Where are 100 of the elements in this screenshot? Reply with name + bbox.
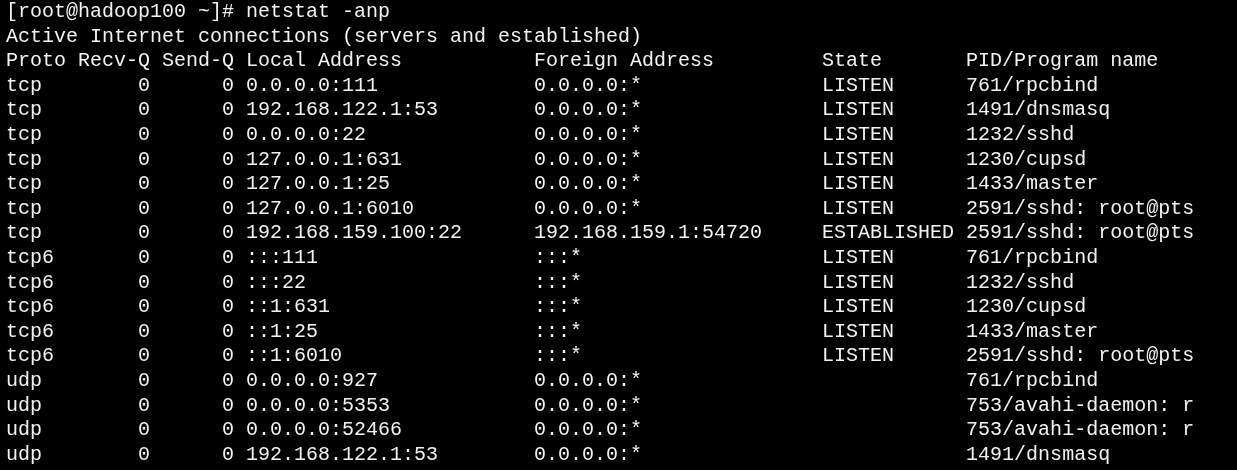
table-cell: :::* (534, 344, 583, 369)
table-cell: tcp6 (6, 295, 54, 320)
table-cell: 0 (138, 245, 150, 271)
table-cell: 0.0.0.0:* (534, 418, 643, 443)
table-cell: udp (6, 393, 42, 419)
table-cell: 0 (222, 368, 234, 394)
table-cell: 0.0.0.0:52466 (246, 418, 403, 443)
table-cell: 127.0.0.1:25 (246, 172, 391, 197)
column-header: PID/Program name (966, 49, 1159, 74)
table-cell: 1433/master (966, 319, 1099, 345)
table-cell: udp (6, 368, 42, 394)
table-cell: :::22 (246, 270, 306, 296)
table-cell: :::* (534, 295, 583, 320)
table-cell: 0 (222, 98, 234, 123)
table-cell: 0 (222, 221, 234, 246)
table-cell: 0 (138, 270, 150, 296)
table-cell: 0 (138, 295, 150, 320)
table-cell: 1232/sshd (966, 122, 1075, 148)
table-cell: 0 (138, 221, 150, 246)
table-cell: tcp (6, 147, 42, 173)
table-cell: 0 (222, 418, 234, 443)
table-cell: tcp (6, 73, 42, 99)
column-header: Local Address (246, 49, 403, 74)
table-cell: 0 (138, 319, 150, 345)
table-cell: LISTEN (822, 319, 895, 345)
table-cell: tcp (6, 196, 42, 222)
table-cell: tcp6 (6, 344, 54, 369)
table-cell: 0.0.0.0:* (534, 196, 643, 222)
table-cell: 192.168.159.100:22 (246, 221, 463, 246)
table-cell: 0.0.0.0:* (534, 98, 643, 123)
table-cell: LISTEN (822, 172, 895, 197)
table-cell: 192.168.122.1:53 (246, 442, 439, 468)
command-line: [root@hadoop100 ~]# netstat -anp (6, 0, 391, 25)
table-cell: 0 (222, 270, 234, 296)
output-title: Active Internet connections (servers and established) (6, 24, 643, 50)
table-cell: tcp6 (6, 319, 54, 345)
table-cell: 0.0.0.0:* (534, 147, 643, 173)
table-cell: 0 (138, 98, 150, 123)
table-cell: 0.0.0.0:927 (246, 368, 379, 394)
table-cell: 0 (222, 245, 234, 271)
table-cell: 1433/master (966, 172, 1099, 197)
table-cell: 2591/sshd: root@pts (966, 221, 1195, 246)
table-cell: 0.0.0.0:5353 (246, 393, 391, 419)
table-cell: LISTEN (822, 122, 895, 148)
table-cell: 0 (138, 442, 150, 468)
table-cell: 0 (222, 73, 234, 99)
column-header: Foreign Address (534, 49, 715, 74)
table-cell: 761/rpcbind (966, 73, 1099, 99)
table-cell: LISTEN (822, 73, 895, 99)
table-cell: 753/avahi-daemon: r (966, 418, 1195, 443)
table-cell: 0 (138, 196, 150, 222)
table-cell: udp (6, 442, 42, 468)
table-cell: 0 (138, 368, 150, 394)
table-cell: LISTEN (822, 270, 895, 296)
column-header: State (822, 49, 883, 74)
table-cell: 0 (222, 147, 234, 173)
table-cell: 0 (222, 319, 234, 345)
table-cell: tcp (6, 221, 42, 246)
table-cell: 1491/dnsmasq (966, 98, 1111, 123)
table-cell: 0 (138, 393, 150, 419)
table-cell: 192.168.159.1:54720 (534, 221, 763, 246)
table-cell: 0 (222, 122, 234, 148)
table-cell: 761/rpcbind (966, 368, 1099, 394)
column-header: Send-Q (162, 49, 234, 74)
table-cell: LISTEN (822, 295, 895, 320)
table-cell: LISTEN (822, 245, 895, 271)
table-cell: tcp6 (6, 245, 54, 271)
table-cell: 0 (138, 344, 150, 369)
table-cell: ::1:25 (246, 319, 318, 345)
table-cell: 0 (138, 147, 150, 173)
table-cell: 0 (138, 418, 150, 443)
table-cell: 2591/sshd: root@pts (966, 196, 1195, 222)
table-cell: 2591/sshd: root@pts (966, 344, 1195, 369)
table-cell: :::111 (246, 245, 318, 271)
table-cell: tcp (6, 172, 42, 197)
table-cell: :::* (534, 245, 583, 271)
table-cell: 0 (138, 122, 150, 148)
table-cell: ::1:631 (246, 295, 330, 320)
table-cell: 1491/dnsmasq (966, 442, 1111, 468)
table-cell: 0 (138, 172, 150, 197)
table-cell: 1230/cupsd (966, 147, 1087, 173)
table-cell: 761/rpcbind (966, 245, 1099, 271)
table-cell: 0.0.0.0:* (534, 172, 643, 197)
table-cell: ::1:6010 (246, 344, 342, 369)
table-cell: ESTABLISHED (822, 221, 955, 246)
table-cell: 192.168.122.1:53 (246, 98, 439, 123)
table-cell: :::* (534, 319, 583, 345)
table-cell: 0.0.0.0:* (534, 122, 643, 148)
table-cell: 127.0.0.1:631 (246, 147, 403, 173)
table-cell: 0 (222, 344, 234, 369)
table-cell: 1230/cupsd (966, 295, 1087, 320)
table-cell: 0 (222, 393, 234, 419)
table-cell: tcp (6, 122, 42, 148)
table-cell: 0.0.0.0:* (534, 73, 643, 99)
table-cell: LISTEN (822, 344, 895, 369)
table-cell: 0 (222, 442, 234, 468)
table-cell: 0 (138, 73, 150, 99)
table-cell: tcp6 (6, 270, 54, 296)
table-cell: 0.0.0.0:* (534, 442, 643, 468)
table-cell: udp (6, 418, 42, 443)
